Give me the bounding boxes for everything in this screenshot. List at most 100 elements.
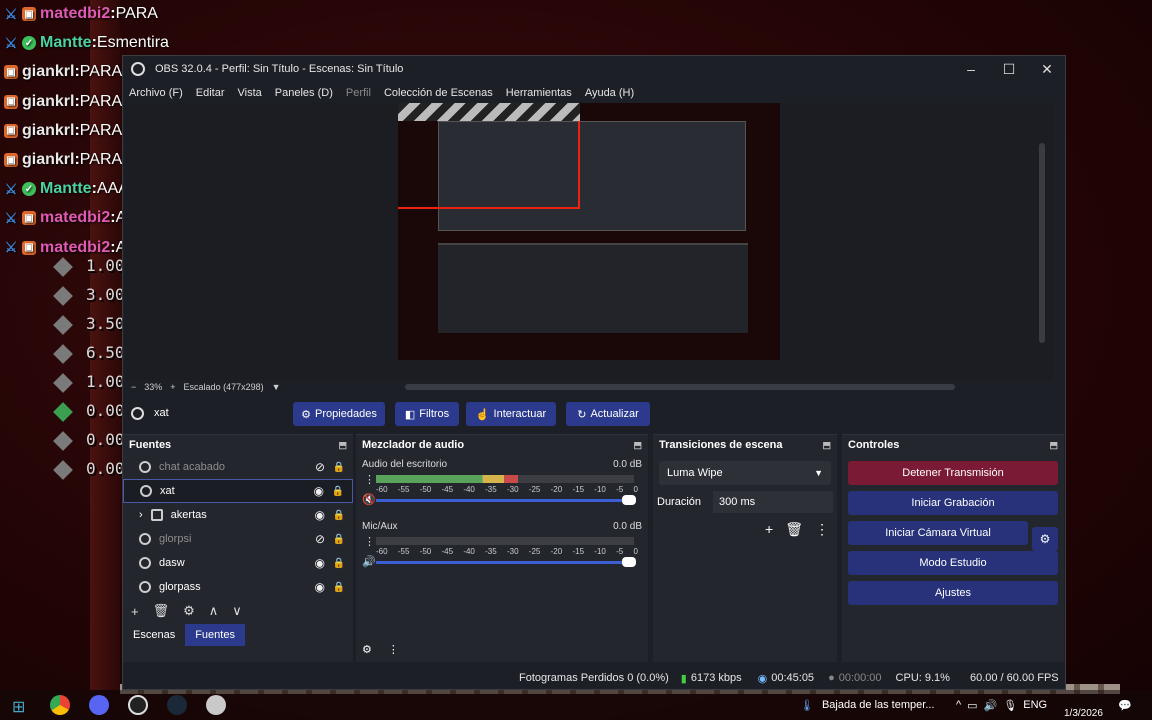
virtual-camera-settings-icon[interactable]: ⚙ xyxy=(1032,527,1058,551)
source-settings-icon[interactable]: ⚙ xyxy=(183,603,195,619)
source-item[interactable]: glorpsi ⊘ 🔒 xyxy=(123,527,353,551)
meter-tick: -25 xyxy=(528,547,541,556)
lock-icon[interactable]: 🔒 xyxy=(332,486,344,497)
dock-float-icon[interactable]: ⬒ xyxy=(822,440,831,451)
menu-item[interactable]: Ayuda (H) xyxy=(585,87,634,99)
eye-icon[interactable]: ◉ xyxy=(315,508,325,522)
dock-float-icon[interactable]: ⬒ xyxy=(1049,440,1058,451)
channel-menu-icon[interactable]: ⋮ xyxy=(364,473,375,486)
remove-source-icon[interactable]: 🗑 xyxy=(153,603,170,619)
dock-float-icon[interactable]: ⬒ xyxy=(338,440,347,451)
interact-button[interactable]: ☝ Interactuar xyxy=(466,402,556,426)
steam-icon[interactable] xyxy=(167,695,187,715)
stop-stream-button[interactable]: Detener Transmisión xyxy=(848,461,1058,485)
game-icon[interactable] xyxy=(206,695,226,715)
menu-item[interactable]: Herramientas xyxy=(506,87,572,99)
menu-item[interactable]: Perfil xyxy=(346,87,371,99)
source-item[interactable]: glorpass ◉ 🔒 xyxy=(123,575,353,599)
lock-icon[interactable]: 🔒 xyxy=(333,558,345,569)
channel-menu-icon[interactable]: ⋮ xyxy=(364,535,375,548)
preview-horizontal-scrollbar[interactable] xyxy=(405,384,955,390)
obs-taskbar-icon[interactable] xyxy=(128,695,148,715)
eye-hidden-icon[interactable]: ⊘ xyxy=(315,460,325,474)
discord-icon[interactable] xyxy=(89,695,109,715)
menu-item[interactable]: Editar xyxy=(196,87,225,99)
chat-username: giankrl xyxy=(22,92,75,110)
chrome-icon[interactable] xyxy=(50,695,70,715)
meter-tick: -45 xyxy=(441,547,454,556)
weather-widget[interactable]: 🌡 Bajada de las temper... xyxy=(800,690,934,720)
zoom-in-button[interactable]: + xyxy=(170,382,175,392)
source-item[interactable]: chat acabado ⊘ 🔒 xyxy=(123,455,353,479)
preview-nested-docks xyxy=(438,243,748,333)
transition-menu-icon[interactable]: ⋮ xyxy=(815,521,829,538)
language-indicator[interactable]: ENG xyxy=(1023,699,1047,711)
volume-slider[interactable] xyxy=(376,557,636,567)
maximize-button[interactable]: ☐ xyxy=(991,56,1027,82)
mic-icon[interactable]: 🎙 xyxy=(1003,699,1017,712)
properties-button[interactable]: ⚙ Propiedades xyxy=(293,402,385,426)
settings-button[interactable]: Ajustes xyxy=(848,581,1058,605)
notification-icon[interactable]: 💬 xyxy=(1118,690,1132,720)
volume-slider[interactable] xyxy=(376,495,636,505)
menu-item[interactable]: Vista xyxy=(238,87,262,99)
studio-mode-button[interactable]: Modo Estudio xyxy=(848,551,1058,575)
move-down-icon[interactable]: ∨ xyxy=(232,603,242,619)
zoom-out-button[interactable]: − xyxy=(131,382,136,392)
duration-input[interactable]: 300 ms xyxy=(713,491,834,513)
source-item[interactable]: xat ◉ 🔒 xyxy=(123,479,353,503)
windows-start-icon[interactable]: ⊞ xyxy=(12,697,25,717)
selected-source: xat xyxy=(131,406,169,420)
lock-icon[interactable]: 🔒 xyxy=(333,462,345,473)
preview-canvas[interactable] xyxy=(125,103,1053,380)
source-type-icon xyxy=(139,581,151,593)
volume-icon[interactable]: 🔊 xyxy=(984,699,998,712)
tray-chevron-icon[interactable]: ^ xyxy=(956,699,961,711)
dock-tab[interactable]: Fuentes xyxy=(185,624,245,646)
expand-icon[interactable]: › xyxy=(139,509,143,521)
refresh-button[interactable]: ↻ Actualizar xyxy=(566,402,650,426)
menu-item[interactable]: Paneles (D) xyxy=(275,87,333,99)
menu-bar: Archivo (F) Editar Vista Paneles (D) Perfil C… xyxy=(123,82,1065,104)
speaker-icon[interactable]: 🔊 xyxy=(362,555,376,568)
record-icon: ● xyxy=(828,672,835,684)
menu-item[interactable]: Archivo (F) xyxy=(129,87,183,99)
eye-icon[interactable]: ◉ xyxy=(315,580,325,594)
network-icon[interactable]: ▭ xyxy=(967,699,977,712)
volume-slider-handle[interactable] xyxy=(622,557,636,567)
start-recording-button[interactable]: Iniciar Grabación xyxy=(848,491,1058,515)
stat-icon xyxy=(53,372,73,393)
source-item[interactable]: › akertas ◉ 🔒 xyxy=(123,503,353,527)
lock-icon[interactable]: 🔒 xyxy=(333,534,345,545)
minimize-button[interactable]: – xyxy=(953,56,989,82)
lock-icon[interactable]: 🔒 xyxy=(333,510,345,521)
preview-vertical-scrollbar[interactable] xyxy=(1039,143,1045,343)
eye-icon[interactable]: ◉ xyxy=(314,484,324,498)
add-source-icon[interactable]: + xyxy=(131,604,139,619)
date[interactable]: 1/3/2026 xyxy=(1064,698,1103,720)
menu-item[interactable]: Colección de Escenas xyxy=(384,87,493,99)
dock-tab[interactable]: Escenas xyxy=(123,624,185,646)
scaling-dropdown-icon[interactable]: ▼ xyxy=(272,382,281,392)
close-button[interactable]: ✕ xyxy=(1029,56,1065,82)
mixer-menu-icon[interactable]: ⋮ xyxy=(388,643,399,656)
dock-float-icon[interactable]: ⬒ xyxy=(633,440,642,451)
eye-icon[interactable]: ◉ xyxy=(315,556,325,570)
channel-db: 0.0 dB xyxy=(613,459,642,470)
advanced-audio-icon[interactable]: ⚙ xyxy=(362,643,372,656)
filters-button[interactable]: ◧ Filtros xyxy=(395,402,459,426)
source-item[interactable]: dasw ◉ 🔒 xyxy=(123,551,353,575)
duration-value: 300 ms xyxy=(719,496,756,508)
move-up-icon[interactable]: ∧ xyxy=(209,603,219,619)
remove-transition-icon[interactable]: 🗑 xyxy=(785,521,803,538)
eye-hidden-icon[interactable]: ⊘ xyxy=(315,532,325,546)
lock-icon[interactable]: 🔒 xyxy=(333,582,345,593)
sword-badge-icon: ⚔ xyxy=(4,34,18,51)
add-transition-icon[interactable]: + xyxy=(765,521,773,538)
transition-select[interactable]: Luma Wipe ▼ xyxy=(659,461,831,485)
start-virtual-camera-button[interactable]: Iniciar Cámara Virtual xyxy=(848,521,1028,545)
volume-slider-handle[interactable] xyxy=(622,495,636,505)
duration-label: Duración xyxy=(657,496,702,508)
sources-dock: Fuentes ⬒ chat acabado ⊘ 🔒 xat ◉ 🔒 › akertas ◉ 🔒 gl… xyxy=(123,434,353,662)
muted-speaker-icon[interactable]: 🔇 xyxy=(362,493,376,506)
